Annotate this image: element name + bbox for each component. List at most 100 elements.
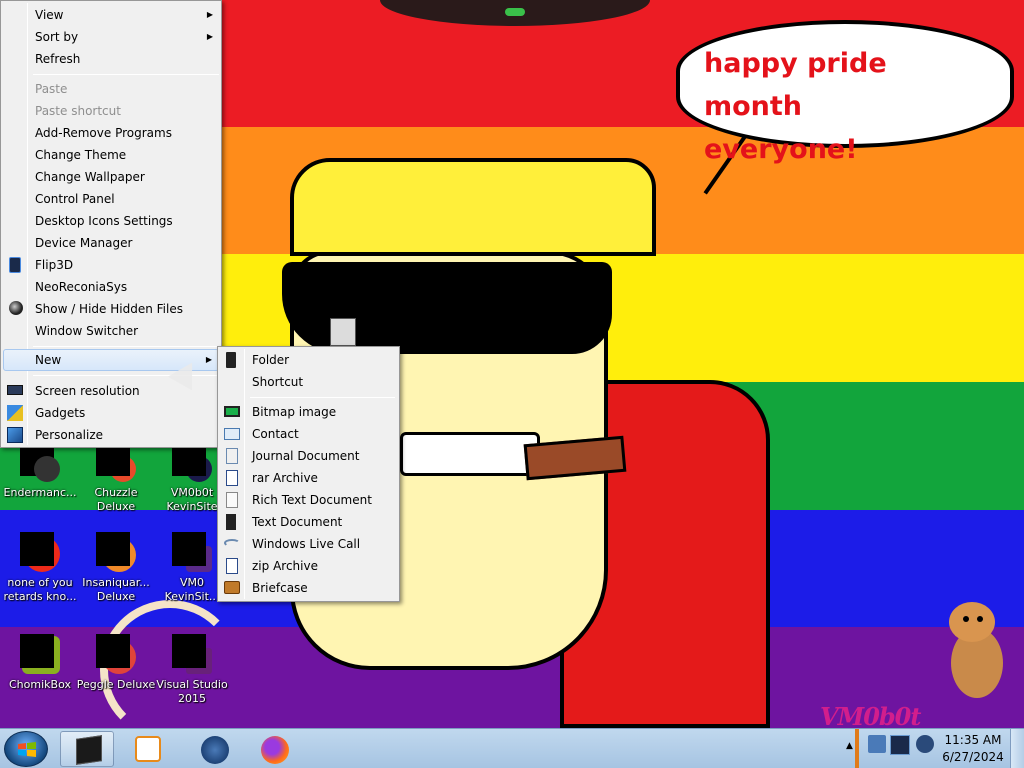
menu-separator xyxy=(33,74,219,75)
hamster-gadget[interactable] xyxy=(945,602,1007,698)
folder-icon xyxy=(226,352,236,368)
menu-item-show-hide-hidden-files[interactable]: Show / Hide Hidden Files xyxy=(3,298,219,320)
hamster-head xyxy=(949,602,995,642)
icon-label: Endermanc... xyxy=(3,486,77,499)
menu-item-label: Device Manager xyxy=(35,236,133,250)
volume-icon[interactable] xyxy=(916,735,934,753)
menu-item-label: zip Archive xyxy=(252,559,318,573)
desktop-icon-visual-studio-2015[interactable]: Visual Studio 2015 xyxy=(152,632,232,728)
menu-item-sort-by[interactable]: Sort by ▶ xyxy=(3,26,219,48)
submenu-item-folder[interactable]: Folder xyxy=(220,349,397,371)
menu-item-label: Briefcase xyxy=(252,581,308,595)
menu-item-window-switcher[interactable]: Window Switcher xyxy=(3,320,219,342)
submenu-item-zip-archive[interactable]: zip Archive xyxy=(220,555,397,577)
icon-label: ChomikBox xyxy=(9,678,71,691)
gadget-indicator xyxy=(505,8,525,16)
menu-item-label: Sort by xyxy=(35,30,79,44)
monitor-icon xyxy=(7,385,23,395)
menu-item-label: Desktop Icons Settings xyxy=(35,214,173,228)
menu-item-label: Control Panel xyxy=(35,192,115,206)
submenu-item-rich-text-document[interactable]: Rich Text Document xyxy=(220,489,397,511)
cartoon-hat xyxy=(290,158,656,256)
action-center-icon[interactable] xyxy=(868,735,886,753)
menu-item-change-wallpaper[interactable]: Change Wallpaper xyxy=(3,166,219,188)
menu-item-paste[interactable]: Paste xyxy=(3,78,219,100)
desktop-icon-chuzzle[interactable]: Chuzzle Deluxe xyxy=(76,440,156,540)
menu-item-neoreconiasys[interactable]: NeoReconiaSys xyxy=(3,276,219,298)
menu-item-label: Add-Remove Programs xyxy=(35,126,172,140)
text-doc-icon xyxy=(226,514,236,530)
menu-item-view[interactable]: View ▶ xyxy=(3,4,219,26)
hamster-eye xyxy=(963,616,969,622)
briefcase-icon xyxy=(224,581,240,594)
live-call-icon xyxy=(224,539,240,547)
zip-icon xyxy=(226,558,238,574)
firefox-icon xyxy=(261,736,289,764)
menu-item-change-theme[interactable]: Change Theme xyxy=(3,144,219,166)
show-desktop-button[interactable] xyxy=(1010,729,1024,768)
menu-item-label: Windows Live Call xyxy=(252,537,361,551)
submenu-item-rar-archive[interactable]: rar Archive xyxy=(220,467,397,489)
desktop-icon-chomikbox[interactable]: ChomikBox xyxy=(0,632,80,728)
menu-item-desktop-icons-settings[interactable]: Desktop Icons Settings xyxy=(3,210,219,232)
taskbar-button-steam[interactable] xyxy=(186,731,240,767)
menu-item-label: New xyxy=(35,353,62,367)
menu-item-label: Gadgets xyxy=(35,406,86,420)
menu-item-paste-shortcut[interactable]: Paste shortcut xyxy=(3,100,219,122)
hidden-files-icon xyxy=(9,301,23,315)
submenu-arrow-icon: ▶ xyxy=(206,10,213,19)
windows-logo-icon xyxy=(18,742,36,757)
steam-icon xyxy=(201,736,229,764)
flip3d-icon xyxy=(9,257,21,273)
submenu-item-journal-document[interactable]: Journal Document xyxy=(220,445,397,467)
menu-item-label: Shortcut xyxy=(252,375,304,389)
menu-item-label: Folder xyxy=(252,353,290,367)
tray-overflow-icon[interactable]: ▲ xyxy=(846,741,853,751)
icon-label-2: retards kno... xyxy=(3,590,77,603)
submenu-item-briefcase[interactable]: Briefcase xyxy=(220,577,397,599)
menu-item-personalize[interactable]: Personalize xyxy=(3,424,219,446)
menu-item-add-remove-programs[interactable]: Add-Remove Programs xyxy=(3,122,219,144)
menu-item-label: Refresh xyxy=(35,52,81,66)
start-button[interactable] xyxy=(4,731,48,767)
submenu-item-shortcut[interactable]: Shortcut xyxy=(220,371,397,393)
clock-date: 6/27/2024 xyxy=(942,750,1004,764)
menu-item-label: View xyxy=(35,8,64,22)
menu-item-label: Change Wallpaper xyxy=(35,170,145,184)
desktop-icon-endermanch[interactable]: Endermanc... xyxy=(0,440,80,540)
menu-item-gadgets[interactable]: Gadgets xyxy=(3,402,219,424)
network-icon[interactable] xyxy=(890,735,910,755)
menu-item-label: Change Theme xyxy=(35,148,127,162)
journal-icon xyxy=(226,448,238,464)
contact-icon xyxy=(224,428,240,440)
gadgets-icon xyxy=(7,405,23,421)
menu-item-label: Personalize xyxy=(35,428,104,442)
clock-time: 11:35 AM xyxy=(944,733,1002,747)
taskbar-button-firefox[interactable] xyxy=(246,731,300,767)
submenu-arrow-icon: ▶ xyxy=(206,32,213,41)
menu-item-control-panel[interactable]: Control Panel xyxy=(3,188,219,210)
menu-item-refresh[interactable]: Refresh xyxy=(3,48,219,70)
blackbox-icon xyxy=(76,735,102,765)
desktop-icon-peggle-deluxe[interactable]: Peggle Deluxe xyxy=(76,632,156,728)
submenu-item-bitmap-image[interactable]: Bitmap image xyxy=(220,401,397,423)
dragged-folder-icon xyxy=(330,318,356,346)
taskbar-clock[interactable]: 11:35 AM 6/27/2024 xyxy=(938,732,1008,766)
submenu-item-windows-live-call[interactable]: Windows Live Call xyxy=(220,533,397,555)
desktop-icon-insaniquarium[interactable]: Insaniquar... Deluxe xyxy=(76,530,156,630)
menu-item-device-manager[interactable]: Device Manager xyxy=(3,232,219,254)
icon-label: Visual Studio xyxy=(156,678,228,691)
menu-item-label: Text Document xyxy=(252,515,343,529)
rar-icon xyxy=(226,470,238,486)
icon-label: none of you xyxy=(7,576,73,589)
submenu-item-contact[interactable]: Contact xyxy=(220,423,397,445)
menu-item-label: Flip3D xyxy=(35,258,74,272)
taskbar-button-blackbox[interactable] xyxy=(60,731,114,767)
desktop-icon-none-of-you[interactable]: none of you retards kno... xyxy=(0,530,80,630)
icon-label-2: Deluxe xyxy=(96,590,136,603)
taskbar-button-media-player[interactable] xyxy=(120,731,174,767)
submenu-item-text-document[interactable]: Text Document xyxy=(220,511,397,533)
menu-item-label: Paste shortcut xyxy=(35,104,121,118)
speech-line-2: everyone! xyxy=(704,134,858,165)
menu-item-flip3d[interactable]: Flip3D xyxy=(3,254,219,276)
